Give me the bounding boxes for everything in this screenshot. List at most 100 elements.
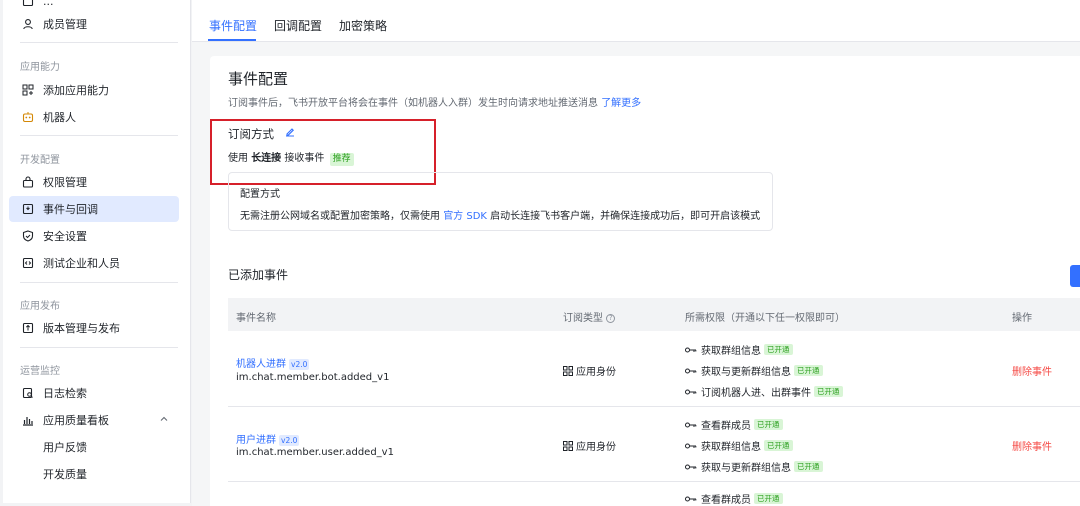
grid-plus-icon: [21, 83, 35, 97]
code-icon: [21, 256, 35, 270]
sidebar: ... 成员管理 应用能力 添加应用能力 机器人 开发配置 权限管理 事件与回调: [3, 0, 191, 503]
divider: [20, 347, 178, 348]
event-code: im.chat.member.bot.added_v1: [236, 372, 390, 383]
sidebar-item-test-enterprise[interactable]: 测试企业和人员: [9, 250, 179, 276]
sidebar-item-add-ability[interactable]: 添加应用能力: [9, 77, 179, 103]
group-label-dev-config: 开发配置: [20, 155, 60, 166]
divider: [20, 135, 178, 136]
sidebar-item-bot[interactable]: 机器人: [9, 104, 179, 130]
key-icon: [685, 347, 697, 352]
permission-name: 获取与更新群组信息: [701, 463, 791, 474]
permission-item: 获取与更新群组信息 已开通: [685, 459, 823, 474]
sidebar-item-versions[interactable]: 版本管理与发布: [9, 315, 179, 341]
tab-active-indicator: [208, 39, 256, 41]
header-event-name: 事件名称: [236, 313, 276, 324]
key-icon: [685, 389, 697, 394]
event-code: im.chat.member.user.added_v1: [236, 447, 394, 458]
upload-icon: [21, 321, 35, 335]
tab-event-config[interactable]: 事件配置: [209, 17, 257, 34]
learn-more-link[interactable]: 了解更多: [601, 98, 641, 109]
status-badge: 已开通: [754, 419, 783, 430]
mode-long-connection: 长连接: [251, 153, 282, 164]
delete-event-button[interactable]: 删除事件: [1012, 438, 1052, 453]
events-table-header: 事件名称 订阅类型 ? 所需权限（开通以下任一权限即可） 操作: [228, 298, 1080, 331]
header-subscription-type: 订阅类型 ?: [563, 309, 616, 324]
user-icon: [21, 17, 35, 31]
config-mode-desc: 无需注册公网域名或配置加密策略，仅需使用 官方 SDK 启动长连接飞书客户端，并…: [240, 207, 760, 222]
use-suffix: 接收事件: [284, 153, 325, 164]
delete-event-button[interactable]: 删除事件: [1012, 363, 1052, 378]
sidebar-item-security[interactable]: 安全设置: [9, 223, 179, 249]
status-badge: 已开通: [754, 493, 783, 504]
description-text: 订阅事件后，飞书开放平台将会在事件（如机器人入群）发生时向请求地址推送消息: [228, 98, 598, 109]
event-name[interactable]: 机器人进群 v2.0: [236, 355, 310, 370]
sidebar-item-label: 事件与回调: [43, 203, 98, 216]
official-sdk-link[interactable]: 官方 SDK: [443, 211, 487, 222]
sidebar-item-label: 应用质量看板: [43, 414, 109, 427]
sidebar-item-label: 安全设置: [43, 230, 87, 243]
table-row: 用户进群 v2.0 im.chat.member.user.added_v1 应用…: [228, 407, 1080, 482]
divider: [20, 42, 178, 43]
permission-item: 查看群成员 已开通: [685, 417, 783, 432]
group-label-app-publish: 应用发布: [20, 301, 60, 312]
sidebar-item-label: 开发质量: [43, 468, 87, 481]
event-name-text: 机器人进群: [236, 359, 286, 370]
lock-icon: [21, 175, 35, 189]
robot-icon: [21, 110, 35, 124]
event-name-text: 用户进群: [236, 435, 276, 446]
added-events-title: 已添加事件: [228, 268, 289, 282]
use-prefix: 使用: [228, 153, 248, 164]
config-mode-title: 配置方式: [240, 189, 280, 200]
add-event-button[interactable]: [1070, 265, 1080, 287]
chevron-up-icon[interactable]: [159, 414, 169, 424]
sidebar-item-quality-board[interactable]: 应用质量看板: [9, 407, 179, 433]
sidebar-item-label: ...: [43, 0, 54, 8]
permission-item: 订阅机器人进、出群事件 已开通: [685, 384, 843, 399]
subscription-type-text: 应用身份: [576, 442, 616, 453]
status-badge: 已开通: [814, 386, 843, 397]
permission-name: 查看群成员: [701, 495, 751, 506]
help-icon[interactable]: ?: [606, 313, 616, 323]
sidebar-item-permissions[interactable]: 权限管理: [9, 169, 179, 195]
permission-item: 查看群成员 已开通: [685, 491, 783, 506]
sidebar-item-user-feedback[interactable]: 用户反馈: [9, 434, 179, 460]
subscription-type: 应用身份: [563, 438, 616, 453]
header-actions: 操作: [1012, 313, 1032, 324]
sidebar-item-label: 添加应用能力: [43, 84, 109, 97]
header-type-label: 订阅类型: [563, 313, 603, 324]
config-desc-suffix: 启动长连接飞书客户端，并确保连接成功后，即可开启该模式: [490, 211, 761, 222]
permission-name: 获取群组信息: [701, 442, 761, 453]
bar-chart-icon: [21, 413, 35, 427]
app-grid-icon: [563, 365, 573, 376]
shield-icon: [21, 229, 35, 243]
sidebar-item-logs[interactable]: 日志检索: [9, 380, 179, 406]
sidebar-item-label: 日志检索: [43, 387, 87, 400]
page-title: 事件配置: [228, 70, 289, 88]
permission-name: 查看群成员: [701, 421, 751, 432]
sidebar-item-label: 测试企业和人员: [43, 257, 120, 270]
permission-item: 获取与更新群组信息 已开通: [685, 363, 823, 378]
sidebar-item-label: 机器人: [43, 111, 76, 124]
divider: [20, 282, 178, 283]
event-icon: [21, 202, 35, 216]
app-grid-icon: [563, 440, 573, 451]
event-name[interactable]: 用户进群 v2.0: [236, 431, 300, 446]
tab-encryption[interactable]: 加密策略: [339, 17, 387, 34]
sidebar-item-members[interactable]: 成员管理: [9, 11, 179, 37]
subscription-mode-value: 使用 长连接 接收事件 推荐: [228, 149, 354, 166]
key-icon: [685, 496, 697, 501]
sidebar-item-events[interactable]: 事件与回调: [9, 196, 179, 222]
config-desc-prefix: 无需注册公网域名或配置加密策略，仅需使用: [240, 211, 440, 222]
book-icon: [21, 0, 35, 8]
header-permissions: 所需权限（开通以下任一权限即可）: [685, 313, 845, 324]
edit-icon[interactable]: [284, 126, 296, 138]
key-icon: [685, 422, 697, 427]
permission-item: 获取群组信息 已开通: [685, 342, 793, 357]
sidebar-item-dev-quality[interactable]: 开发质量: [9, 461, 179, 487]
tab-callback-config[interactable]: 回调配置: [274, 17, 322, 34]
group-label-ops: 运营监控: [20, 366, 60, 377]
event-config-card: 事件配置 订阅事件后，飞书开放平台将会在事件（如机器人入群）发生时向请求地址推送…: [210, 56, 1080, 506]
status-badge: 已开通: [794, 461, 823, 472]
main-content: 事件配置 回调配置 加密策略 事件配置 订阅事件后，飞书开放平台将会在事件（如机…: [192, 0, 1080, 506]
table-row: 查看群成员 已开通: [228, 482, 1080, 506]
